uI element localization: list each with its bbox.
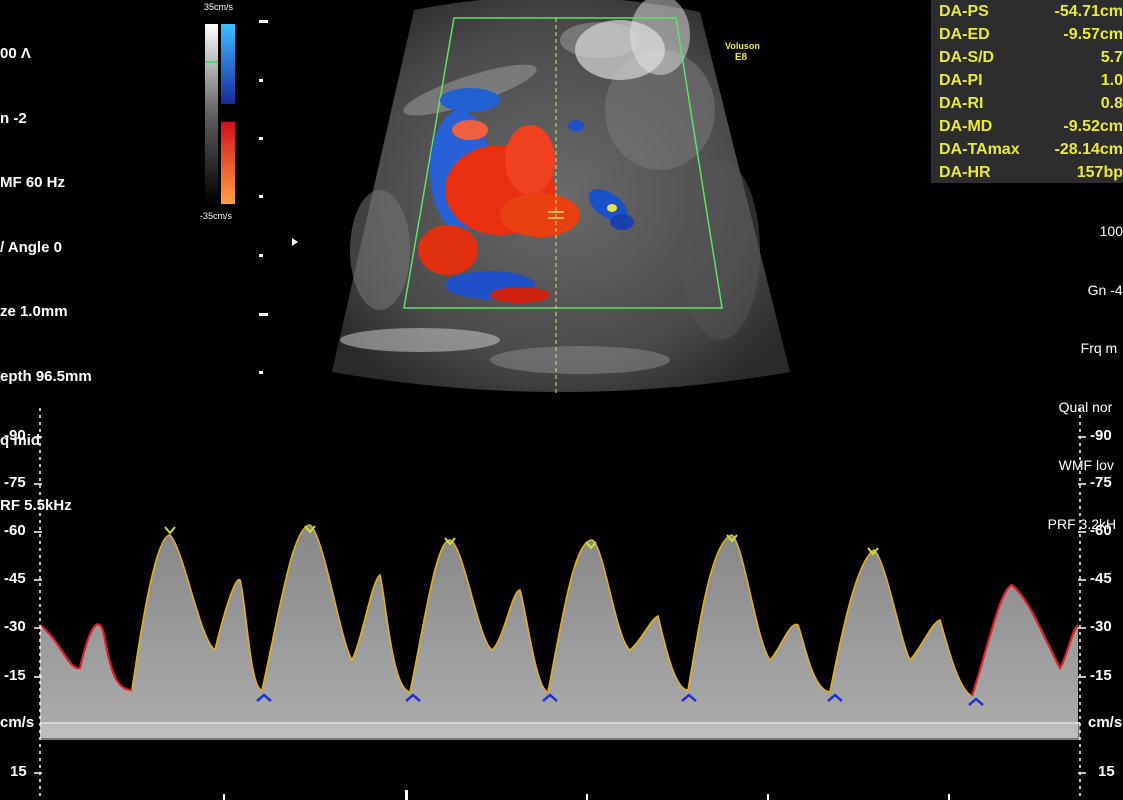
measurement-row: DA-RI 0.8 [931, 92, 1123, 115]
measurement-row: DA-S/D 5.7 [931, 46, 1123, 69]
measurement-label: DA-ED [939, 26, 990, 43]
measurements-panel: DA-PS -54.71cm DA-ED -9.57cm DA-S/D 5.7 DA-… [931, 0, 1123, 183]
doppler-spectrum [34, 408, 1086, 800]
measurement-value: 0.8 [1100, 95, 1123, 112]
left-scale-label: -60 [4, 522, 26, 539]
param-line: Gn -4 [1087, 281, 1123, 298]
left-scale-label: 15 [10, 763, 27, 780]
measurement-row: DA-PI 1.0 [931, 69, 1123, 92]
measurement-row: DA-PS -54.71cm [931, 0, 1123, 23]
param-line: WMF lov [1058, 457, 1114, 473]
peak-markers [164, 525, 879, 556]
brand-logo: Voluson E8 [725, 40, 760, 64]
measurement-value: -9.52cm [1063, 118, 1123, 135]
depth-ticks [259, 20, 298, 374]
param-line: Qual nor [1058, 398, 1113, 415]
measurement-value: -54.71cm [1054, 3, 1123, 20]
measurement-row: DA-TAmax -28.14cm [931, 138, 1123, 161]
measurement-row: DA-MD -9.52cm [931, 115, 1123, 138]
time-ticks [223, 790, 950, 800]
color-bar-red [221, 122, 235, 204]
left-scale-label: -90 [4, 427, 26, 444]
doppler-params-panel: 100 Gn -4 Frq m Qual nor WMF lov PRF 3.2… [1028, 183, 1123, 554]
param-line: 100 [1099, 223, 1123, 239]
left-scale-label: -45 [4, 570, 26, 587]
left-scale-label: -15 [4, 667, 26, 684]
left-scale-unit: cm/s [0, 714, 35, 731]
measurement-label: DA-PS [939, 3, 989, 20]
measurement-label: DA-RI [939, 95, 984, 112]
measurement-value: 1.0 [1100, 72, 1123, 89]
color-bar [205, 24, 235, 204]
param-line: PRF 3.2kH [1047, 515, 1117, 532]
param-line: Frq m [1080, 340, 1118, 356]
focus-marker-icon [292, 238, 298, 246]
right-scale-unit: cm/s [1088, 714, 1123, 731]
left-scale-label: -30 [4, 618, 26, 635]
measurement-label: DA-TAmax [939, 141, 1020, 158]
right-scale-label: -15 [1090, 667, 1112, 684]
right-scale-label: -45 [1090, 570, 1112, 587]
right-scale-label: 15 [1098, 763, 1115, 780]
measurement-label: DA-PI [939, 72, 983, 89]
color-bar-gray [205, 24, 218, 204]
right-scale-label: -30 [1090, 618, 1112, 635]
measurement-value: 157bp [1076, 164, 1123, 181]
measurement-value: -28.14cm [1054, 141, 1123, 158]
measurement-label: DA-HR [939, 164, 991, 181]
measurement-value: -9.57cm [1063, 26, 1123, 43]
color-bar-blue [221, 24, 235, 104]
brand-name: Voluson [725, 41, 760, 51]
measurement-value: 5.7 [1100, 49, 1123, 66]
bmode-sector [332, 0, 790, 396]
measurement-label: DA-S/D [939, 49, 995, 66]
measurement-label: DA-MD [939, 118, 993, 135]
left-scale-label: -75 [4, 474, 26, 491]
measurement-row: DA-ED -9.57cm [931, 23, 1123, 46]
measurement-row: DA-HR 157bp [931, 161, 1123, 184]
left-scale-ticks [34, 408, 42, 800]
brand-model: E8 [734, 52, 748, 63]
